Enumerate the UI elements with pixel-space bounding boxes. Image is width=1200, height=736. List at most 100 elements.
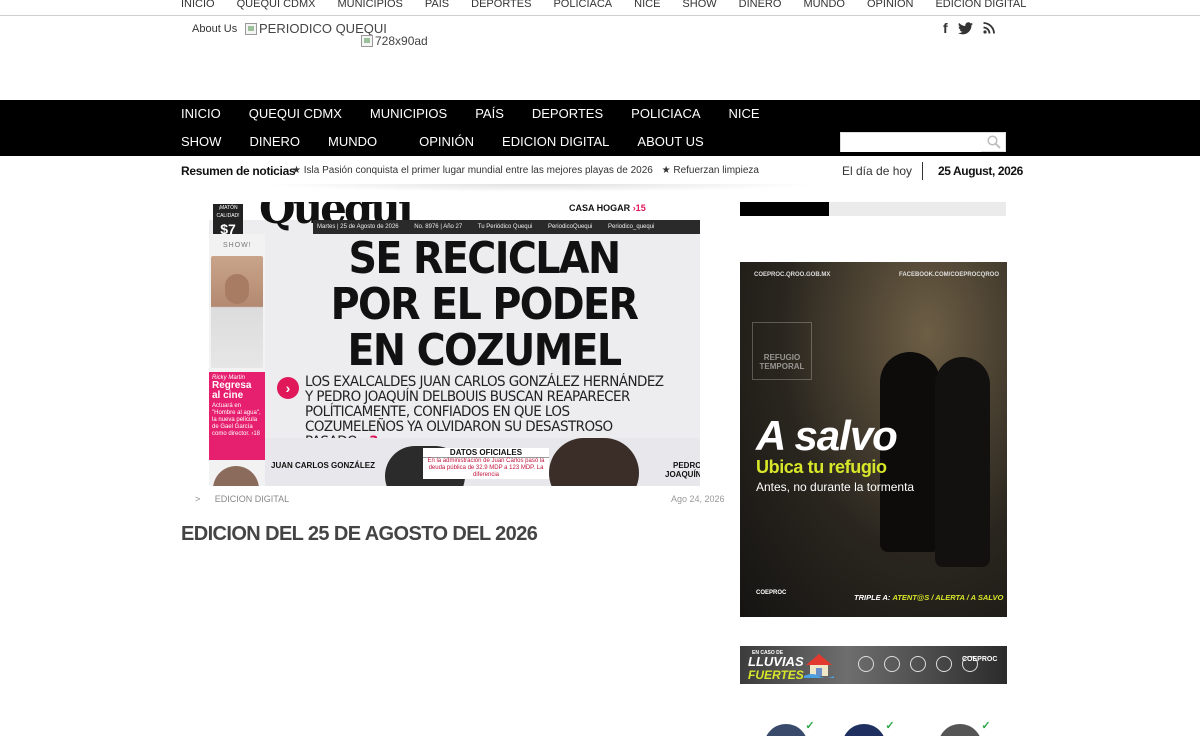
cover-headline: SE RECICLAN POR EL PODER EN COZUMEL — [291, 236, 678, 374]
promo-subtitle: Ubica tu refugio — [756, 457, 887, 477]
promo-footer-highlight: ATENT@S / ALERTA / A SALVO — [892, 593, 1004, 602]
about-us-link[interactable]: About Us — [192, 23, 237, 35]
broken-image-icon — [245, 22, 257, 35]
cover-price-badge: ¡MATÓN CALIDAD! $7 — [213, 204, 243, 238]
sidebar-title: Regresa al cine — [212, 380, 252, 401]
person-right-photo — [549, 438, 639, 486]
sidebar-text: Actuará en "Hombre al agua", la nueva pe… — [212, 403, 261, 437]
rss-icon[interactable] — [983, 22, 995, 34]
social-links: f — [943, 20, 995, 36]
main-nav-item[interactable]: DINERO — [249, 128, 300, 156]
promo-footer-prefix: TRIPLE A: — [854, 593, 891, 602]
site-header: About Us PERIODICO QUEQUI 728x90ad f — [0, 17, 1200, 100]
person-silhouette — [935, 357, 990, 567]
ticker-label: Resumen de noticias — [181, 164, 296, 178]
twitter-icon[interactable] — [957, 21, 973, 35]
main-nav-item[interactable]: PAÍS — [475, 100, 504, 128]
top-menu-item[interactable]: MUNDO — [803, 0, 845, 11]
ticker-item[interactable]: ★ Refuerzan limpieza — [662, 165, 759, 176]
top-menu-item[interactable]: SHOW — [682, 0, 716, 11]
main-nav: INICIO QUEQUI CDMX MUNICIPIOS PAÍS DEPORTES P… — [0, 100, 1200, 156]
strip-number: No. 8976 | Año 27 — [414, 224, 463, 230]
lluvias-org: COEPROC — [962, 656, 998, 663]
main-nav-item[interactable]: EDICION DIGITAL — [502, 128, 609, 156]
sidebar-tabs — [740, 202, 1006, 216]
top-menu-item[interactable]: NICE — [634, 0, 660, 11]
government-seal-icon — [910, 656, 926, 672]
featured-cover-image[interactable]: Quequi CASA HOGAR ›15 Martes | 25 de Ago… — [209, 202, 700, 486]
main-nav-item[interactable]: SHOW — [181, 128, 221, 156]
search-box — [840, 132, 1006, 152]
refugio-sign-text: REFUGIO TEMPORAL — [759, 353, 805, 371]
main-nav-item[interactable]: OPINIÓN — [419, 128, 474, 156]
post-category-link[interactable]: EDICION DIGITAL — [215, 494, 289, 504]
top-menu-item[interactable]: PAIS — [425, 0, 449, 11]
promo-title: A salvo — [756, 412, 898, 459]
verified-check-icon: ✓ — [884, 720, 896, 732]
strip-instagram: Periodico_quequi — [608, 224, 655, 230]
verified-check-icon: ✓ — [980, 720, 992, 732]
strip-twitter: PeriodicoQuequi — [547, 224, 593, 230]
lluvias-fuertes-banner[interactable]: EN CASO DE LLUVIAS FUERTES COEPROC — [740, 646, 1007, 684]
category-prefix: > — [195, 494, 201, 504]
headline-line: SE RECICLAN — [348, 233, 622, 284]
chevron-right-icon: › — [277, 377, 299, 399]
house-icon — [804, 654, 834, 678]
post-title[interactable]: EDICION DEL 25 DE AGOSTO DEL 2026 — [181, 523, 538, 546]
top-menu-item[interactable]: MUNICIPIOS — [337, 0, 402, 11]
top-menu-item[interactable]: DEPORTES — [471, 0, 531, 11]
ad-alt-text: 728x90ad — [375, 34, 428, 48]
main-nav-item[interactable]: NICE — [729, 100, 760, 128]
promo-note: Antes, no durante la tormenta — [756, 480, 915, 494]
news-ticker: Resumen de noticias ★ Isla Pasión conqui… — [0, 156, 1200, 186]
headline-line: POR EL PODER — [330, 279, 639, 330]
ticker-items: ★ Isla Pasión conquista el primer lugar … — [292, 165, 765, 176]
strip-facebook: Tu Periódico Quequi — [477, 224, 533, 230]
coeproc-promo-banner[interactable]: COEPROC.QROO.GOB.MX FACEBOOK.COM/COEPROC… — [740, 262, 1007, 617]
main-nav-item[interactable]: QUEQUI CDMX — [249, 100, 342, 128]
price-top-text: ¡MATÓN CALIDAD! — [216, 205, 240, 219]
name-left: JUAN CARLOS GONZÁLEZ — [271, 461, 375, 470]
top-menu: INICIO QUEQUI CDMX MUNICIPIOS PAIS DEPORTES P… — [0, 0, 1200, 16]
today-label: El día de hoy — [842, 164, 913, 178]
avatar[interactable] — [764, 724, 808, 736]
top-menu-item[interactable]: INICIO — [181, 0, 215, 11]
ricky-martin-box: Ricky Martin Regresa al cine Actuará en … — [209, 372, 265, 460]
main-nav-list: INICIO QUEQUI CDMX MUNICIPIOS PAÍS DEPORTES P… — [181, 100, 841, 156]
avatar[interactable] — [842, 724, 886, 736]
header-ad[interactable]: 728x90ad — [361, 34, 428, 48]
search-input[interactable] — [841, 134, 981, 152]
facebook-icon[interactable]: f — [943, 20, 948, 36]
main-nav-item[interactable]: MUNICIPIOS — [370, 100, 447, 128]
cover-casa-hogar: CASA HOGAR ›15 — [569, 203, 646, 213]
main-nav-item[interactable]: MUNDO — [328, 128, 377, 156]
lluvias-big: LLUVIAS — [748, 654, 804, 669]
datos-title: DATOS OFICIALES — [423, 448, 549, 458]
today-date: 25 August, 2026 — [938, 164, 1023, 178]
refugio-sign: REFUGIO TEMPORAL — [752, 322, 812, 380]
top-menu-item[interactable]: DINERO — [739, 0, 782, 11]
ticker-item[interactable]: ★ Isla Pasión conquista el primer lugar … — [292, 165, 653, 176]
datos-oficiales-box: DATOS OFICIALES En la administración de … — [423, 448, 549, 479]
top-menu-item[interactable]: QUEQUI CDMX — [237, 0, 316, 11]
sidebar-avatars: ✓ ✓ ✓ — [762, 720, 1002, 736]
top-menu-item[interactable]: EDICION DIGITAL — [935, 0, 1026, 11]
main-nav-item[interactable]: ABOUT US — [637, 128, 703, 156]
verified-check-icon: ✓ — [804, 720, 816, 732]
strip-date: Martes | 25 de Agosto de 2026 — [317, 224, 399, 230]
avatar[interactable] — [938, 724, 982, 736]
main-nav-item[interactable]: INICIO — [181, 100, 221, 128]
name-right: PEDRO JOAQUÍN — [665, 461, 700, 479]
sidebar-tab-active[interactable] — [740, 202, 829, 216]
top-menu-item[interactable]: OPINION — [867, 0, 913, 11]
main-nav-item[interactable]: DEPORTES — [532, 100, 603, 128]
lluvias-logos — [858, 656, 978, 672]
broken-image-icon — [361, 35, 373, 47]
main-nav-item[interactable]: POLICIACA — [631, 100, 700, 128]
promo-facebook: FACEBOOK.COM/COEPROCQROO — [898, 272, 999, 278]
cover-info-strip: Martes | 25 de Agosto de 2026 No. 8976 |… — [313, 220, 700, 234]
government-seal-icon — [884, 656, 900, 672]
search-icon[interactable] — [987, 135, 1001, 149]
top-menu-item[interactable]: POLICIACA — [553, 0, 612, 11]
date-divider — [922, 162, 923, 180]
